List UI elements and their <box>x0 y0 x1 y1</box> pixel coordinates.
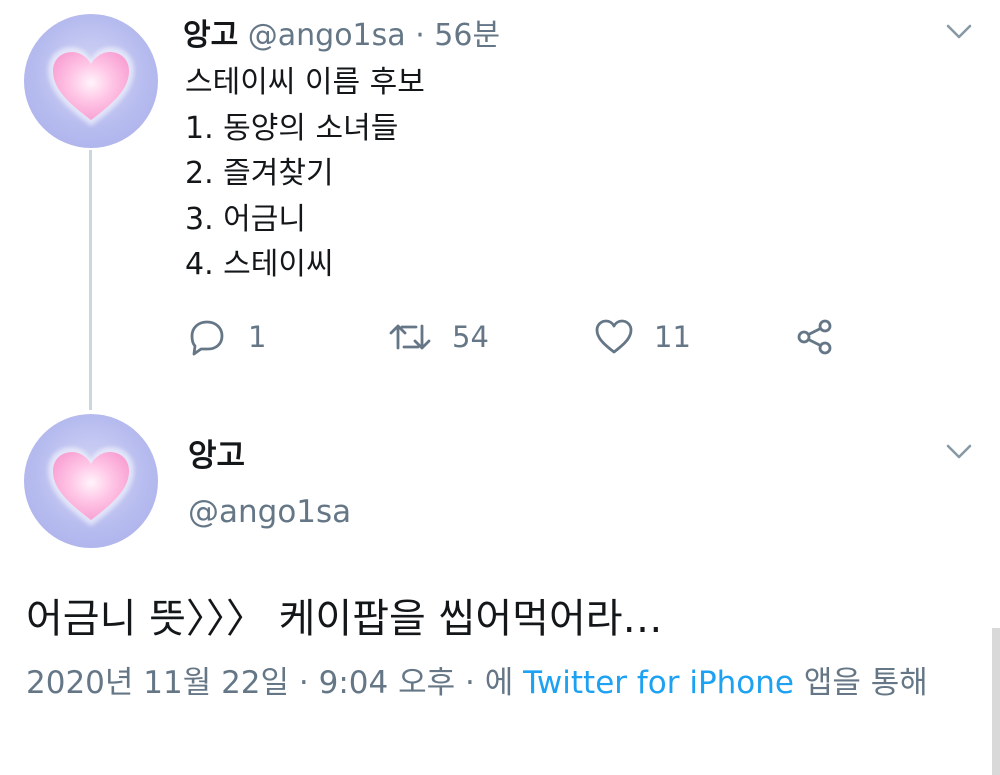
avatar[interactable] <box>24 14 158 148</box>
retweet-icon <box>389 324 431 350</box>
thread-line <box>89 150 92 410</box>
reply-icon <box>190 320 224 356</box>
avatar[interactable] <box>24 414 158 548</box>
like-count: 11 <box>654 320 691 354</box>
reply-count: 1 <box>248 320 267 354</box>
tweet2-text: 어금니 뜻〉〉〉 케이팝을 씹어먹어라… <box>26 596 663 642</box>
user-handle[interactable]: @ango1sa <box>248 18 406 53</box>
separator-dot: · <box>415 18 425 53</box>
tweet-time[interactable]: 56분 <box>434 18 500 53</box>
tweet-line: 2. 즐겨찾기 <box>185 156 334 191</box>
separator-dot: · <box>298 665 309 701</box>
retweet-count: 54 <box>452 320 489 354</box>
retweet-button[interactable]: 54 <box>388 312 489 362</box>
tweet1-header: 앙고 @ango1sa · 56분 <box>183 10 500 54</box>
share-icon <box>797 319 832 355</box>
tweet-date[interactable]: 2020년 11월 22일 <box>26 665 289 701</box>
display-name[interactable]: 앙고 <box>183 18 238 53</box>
share-button[interactable] <box>796 312 834 362</box>
source-suffix: 앱을 통해 <box>803 665 928 701</box>
heart-avatar-icon <box>48 47 134 126</box>
tweet1-text: 스테이씨 이름 후보 1. 동양의 소녀들 2. 즐겨찾기 3. 어금니 4. … <box>185 60 425 288</box>
heart-avatar-icon <box>48 447 134 526</box>
tweet-clock-time[interactable]: 9:04 오후 <box>319 665 456 701</box>
tweet-line: 스테이씨 이름 후보 <box>185 65 425 100</box>
tweet-meta: 2020년 11월 22일 · 9:04 오후 · 에 Twitter for … <box>26 660 966 706</box>
action-bar: 1 54 11 <box>0 312 1000 362</box>
like-button[interactable]: 11 <box>594 312 691 362</box>
tweet-line: 4. 스테이씨 <box>185 247 334 282</box>
like-icon <box>595 319 633 354</box>
tweet-line: 1. 동양의 소녀들 <box>185 110 399 146</box>
tweet-line: 3. 어금니 <box>185 201 306 237</box>
scrollbar[interactable] <box>992 628 1000 775</box>
chevron-down-icon[interactable] <box>946 24 972 40</box>
source-link[interactable]: Twitter for iPhone <box>523 665 794 701</box>
user-handle[interactable]: @ango1sa <box>188 494 351 530</box>
chevron-down-icon[interactable] <box>946 444 972 460</box>
display-name[interactable]: 앙고 <box>188 430 245 475</box>
separator-dot: · <box>465 665 475 701</box>
reply-button[interactable]: 1 <box>188 312 266 362</box>
source-prefix: 에 <box>484 665 514 701</box>
